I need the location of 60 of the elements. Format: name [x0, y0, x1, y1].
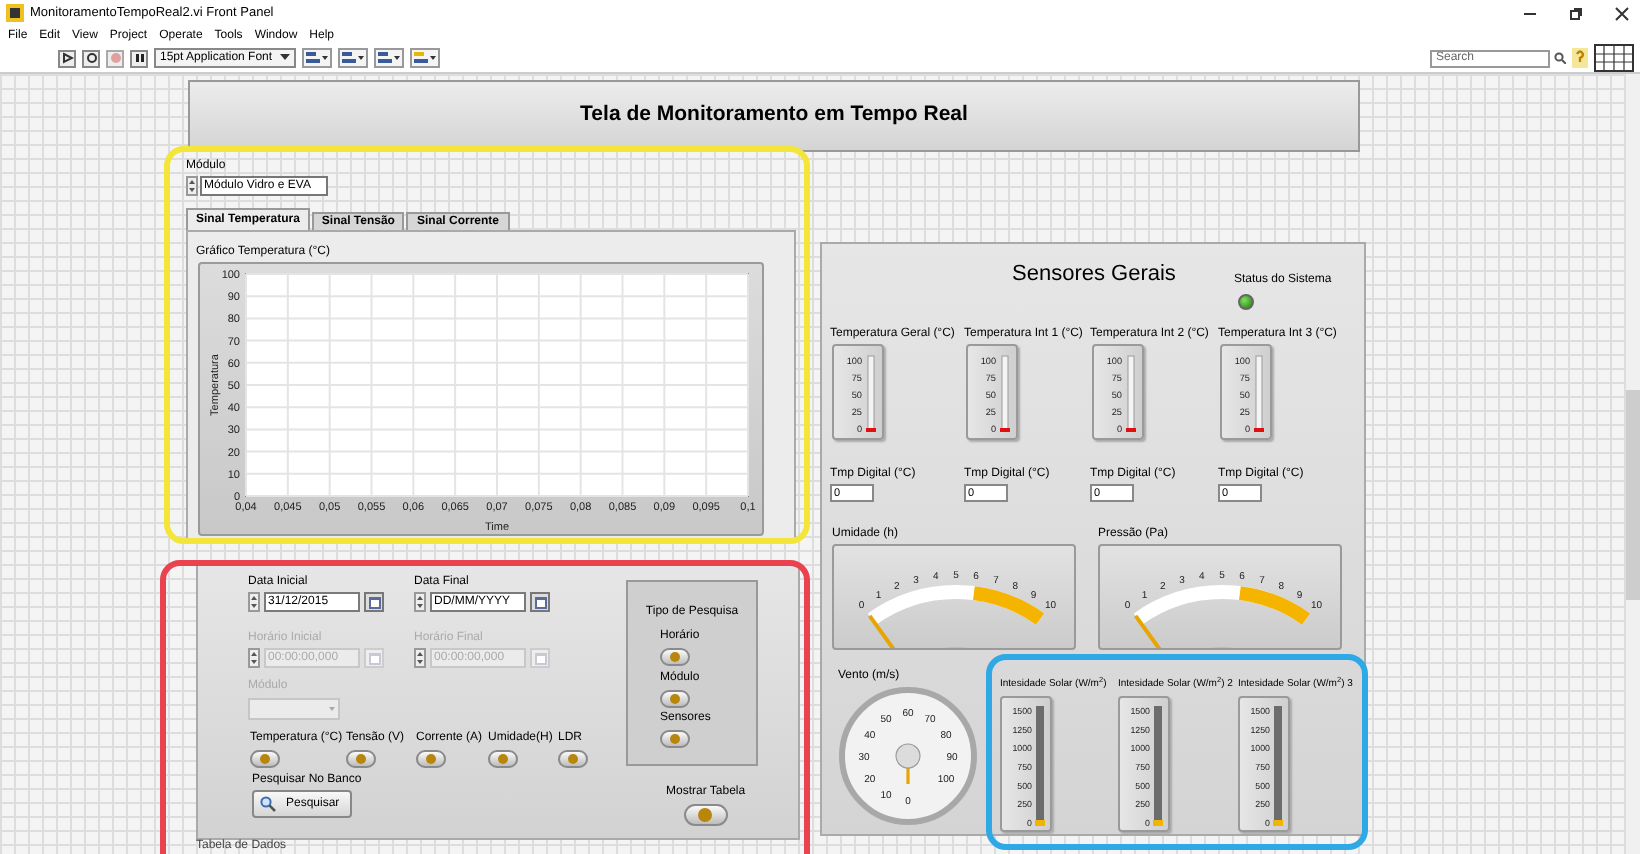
spin-arrows-icon[interactable]: [414, 648, 426, 668]
banner-title: Tela de Monitoramento em Tempo Real: [580, 100, 968, 131]
reorder-button[interactable]: [410, 48, 441, 68]
toggle-switch[interactable]: [346, 750, 376, 768]
dial-hub: [895, 743, 921, 769]
spin-arrows-icon[interactable]: [186, 176, 198, 196]
thermometer-tube: [1255, 355, 1263, 431]
calendar-icon: [367, 595, 381, 609]
run-continuously-button[interactable]: [82, 49, 100, 67]
bars-icon: [378, 52, 393, 64]
dial-face: [839, 687, 977, 825]
calendar-button[interactable]: [530, 592, 550, 612]
toggle-switch[interactable]: [660, 730, 690, 748]
search-icon: [1554, 52, 1566, 64]
resize-objects-button[interactable]: [374, 48, 405, 68]
toggle-switch[interactable]: [660, 648, 690, 666]
spin-arrows-icon[interactable]: [248, 592, 260, 612]
thermometer-tube: [1001, 355, 1009, 431]
close-icon[interactable]: [1614, 5, 1630, 21]
calendar-icon: [533, 651, 547, 665]
toggle-switch[interactable]: [683, 804, 728, 826]
gauge-warning-arc: [1238, 586, 1310, 625]
run-button[interactable]: [58, 49, 76, 67]
toggle-switch[interactable]: [416, 750, 446, 768]
arrow-icon: [61, 52, 73, 64]
calendar-icon: [533, 595, 547, 609]
caret-icon: [358, 55, 365, 61]
align-objects-button[interactable]: [302, 48, 333, 68]
caret-icon: [394, 55, 401, 61]
toggle-switch[interactable]: [558, 750, 588, 768]
thermometer-tube: [867, 355, 875, 431]
slider-track: [1036, 706, 1044, 826]
pause-button[interactable]: [130, 49, 148, 67]
gauge-warning-arc: [972, 586, 1044, 625]
stack-icon: [414, 52, 429, 64]
connector-pane-icon[interactable]: [1594, 44, 1634, 72]
spin-arrows-icon[interactable]: [414, 592, 426, 612]
magnifier-icon: [260, 796, 276, 812]
app-icon: [6, 4, 24, 22]
bars-icon: [306, 52, 321, 64]
vertical-scrollbar[interactable]: [1624, 74, 1640, 854]
toggle-switch[interactable]: [488, 750, 518, 768]
caret-icon: [280, 54, 291, 62]
calendar-icon: [367, 651, 381, 665]
bars-icon: [342, 52, 357, 64]
slider-track: [1274, 706, 1282, 826]
stop-icon: [109, 52, 121, 64]
panel-title: Sensores Gerais: [1012, 260, 1176, 290]
distribute-objects-button[interactable]: [338, 48, 369, 68]
slider-track: [1154, 706, 1162, 826]
thermometer-tube: [1127, 355, 1135, 431]
help-icon[interactable]: [1572, 48, 1588, 68]
caret-icon: [430, 55, 437, 61]
caret-icon: [322, 55, 329, 61]
spin-arrows-icon[interactable]: [248, 648, 260, 668]
restore-icon[interactable]: [1568, 5, 1584, 21]
toggle-switch[interactable]: [660, 690, 690, 708]
calendar-button[interactable]: [364, 592, 384, 612]
toggle-switch[interactable]: [250, 750, 280, 768]
pause-icon: [133, 52, 145, 64]
